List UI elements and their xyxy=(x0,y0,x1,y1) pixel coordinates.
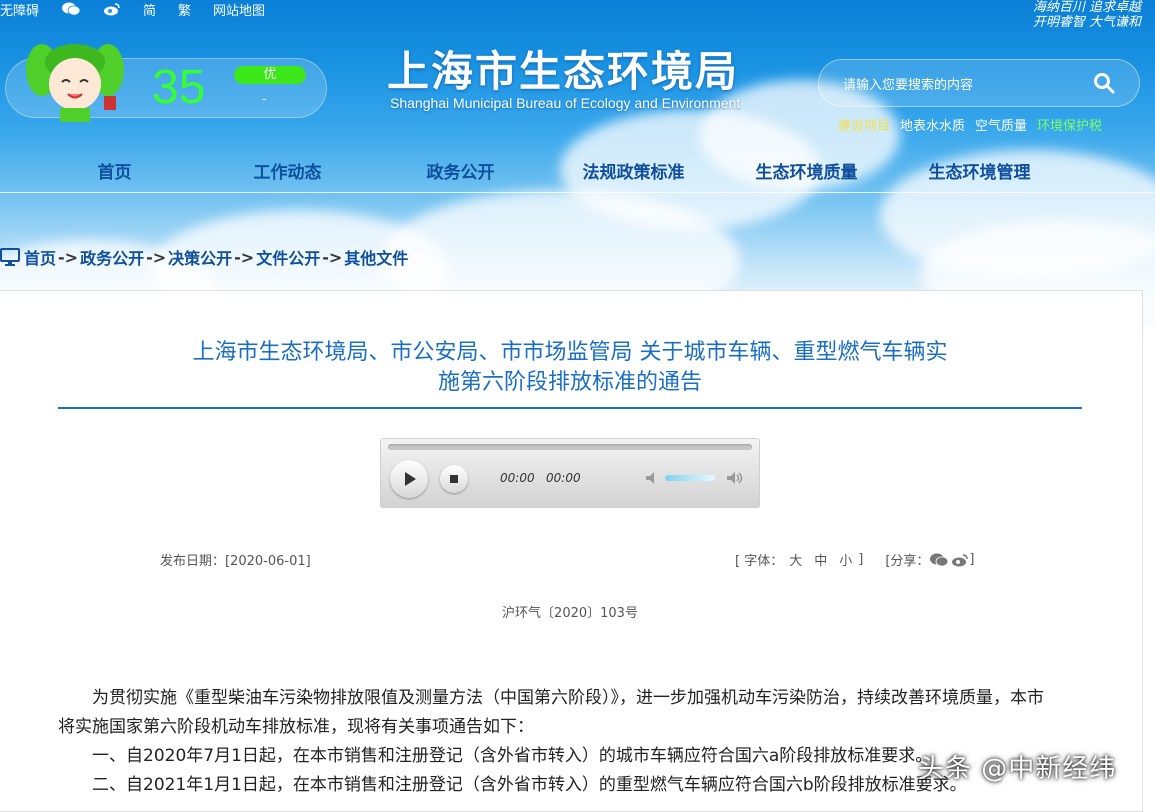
title-divider xyxy=(58,407,1082,409)
breadcrumb-separator: -> xyxy=(146,247,167,267)
font-size-close: ] xyxy=(858,552,864,567)
city-slogans: 海纳百川 追求卓越 开明睿智 大气谦和 xyxy=(973,0,1141,30)
monitor-icon xyxy=(0,248,20,266)
font-size-label: [ 字体： xyxy=(735,554,784,569)
nav-regulations-standards[interactable]: 法规政策标准 xyxy=(547,158,720,192)
aqi-level-badge: 优 xyxy=(234,66,306,84)
article-paragraph: 一、自2020年7月1日起，在本市销售和注册登记（含外省市转入）的城市车辆应符合… xyxy=(92,746,933,766)
mascot-icon xyxy=(26,44,124,122)
article-tools: [ 字体： 大 中 小 ] [分享： ] xyxy=(735,550,975,569)
top-utility-bar: 无障碍 简 繁 网站地图 xyxy=(0,0,287,19)
breadcrumb-separator: -> xyxy=(234,247,255,267)
simplified-chinese-link[interactable]: 简 xyxy=(143,0,156,19)
breadcrumb-home[interactable]: 首页 xyxy=(24,245,56,269)
slogan-line-2: 开明睿智 大气谦和 xyxy=(1032,15,1141,30)
article-body: 为贯彻实施《重型柴油车污染物排放限值及测量方法（中国第六阶段）》，进一步加强机动… xyxy=(58,684,1058,800)
sitemap-link[interactable]: 网站地图 xyxy=(213,0,265,19)
breadcrumb-separator: -> xyxy=(322,247,343,267)
nav-work-news[interactable]: 工作动态 xyxy=(201,158,374,192)
accessibility-link[interactable]: 无障碍 xyxy=(0,0,39,19)
quick-link-air-quality[interactable]: 空气质量 xyxy=(975,115,1027,134)
quick-link-env-tax[interactable]: 环境保护税 xyxy=(1037,115,1102,134)
play-button[interactable] xyxy=(390,460,428,498)
article-title-line-2: 施第六阶段排放标准的通告 xyxy=(437,370,702,395)
wechat-icon[interactable] xyxy=(61,2,81,16)
breadcrumb-government-affairs[interactable]: 政务公开 xyxy=(80,245,144,269)
slogan-line-1: 海纳百川 追求卓越 xyxy=(1032,0,1141,15)
quick-link-construction-projects[interactable]: 建设项目 xyxy=(838,115,890,134)
audio-player: 00:00 00:00 xyxy=(380,438,760,508)
breadcrumb: 首页 -> 政务公开 -> 决策公开 -> 文件公开 -> 其他文件 xyxy=(0,245,408,269)
share-close: ] xyxy=(969,552,975,567)
font-size-large[interactable]: 大 xyxy=(789,550,802,569)
publish-date: 发布日期：[2020-06-01] xyxy=(160,554,311,569)
search-icon[interactable] xyxy=(1093,72,1115,94)
site-title[interactable]: 上海市生态环境局 xyxy=(387,38,739,99)
play-icon xyxy=(405,472,416,486)
article-paragraph: 为贯彻实施《重型柴油车污染物排放限值及测量方法（中国第六阶段）》，进一步加强机动… xyxy=(58,688,1044,737)
nav-government-affairs[interactable]: 政务公开 xyxy=(374,158,547,192)
stop-button[interactable] xyxy=(440,465,468,493)
site-title-english: Shanghai Municipal Bureau of Ecology and… xyxy=(390,95,741,111)
article-paragraph: 二、自2021年1月1日起，在本市销售和注册登记（含外省市转入）的重型燃气车辆应… xyxy=(92,775,967,795)
audio-current-time: 00:00 xyxy=(500,471,535,485)
stop-icon xyxy=(450,475,458,483)
audio-progress-bar[interactable] xyxy=(388,444,752,450)
quick-link-surface-water[interactable]: 地表水水质 xyxy=(900,115,965,134)
volume-slider[interactable] xyxy=(665,475,715,481)
share-weibo-icon[interactable] xyxy=(951,553,969,567)
traditional-chinese-link[interactable]: 繁 xyxy=(178,0,191,19)
font-size-small[interactable]: 小 xyxy=(839,550,852,569)
breadcrumb-decision-disclosure[interactable]: 决策公开 xyxy=(168,245,232,269)
nav-home[interactable]: 首页 xyxy=(28,158,201,192)
audio-duration: 00:00 xyxy=(546,471,581,485)
breadcrumb-separator: -> xyxy=(58,247,79,267)
font-size-medium[interactable]: 中 xyxy=(814,550,827,569)
weibo-icon[interactable] xyxy=(103,2,121,16)
share-label: [分享： xyxy=(885,554,930,569)
nav-environment-management[interactable]: 生态环境管理 xyxy=(893,158,1066,192)
quick-links: 建设项目 地表水水质 空气质量 环境保护税 xyxy=(838,115,1112,134)
share-wechat-icon[interactable] xyxy=(929,553,949,567)
search-box xyxy=(818,59,1140,107)
article-title: 上海市生态环境局、市公安局、市市场监管局 关于城市车辆、重型燃气车辆实 施第六阶… xyxy=(60,338,1080,398)
aqi-value: 35 xyxy=(152,61,206,114)
source-watermark: 头条 @中新经纬 xyxy=(918,754,1117,784)
breadcrumb-other-documents[interactable]: 其他文件 xyxy=(344,245,408,269)
document-number: 沪环气〔2020〕103号 xyxy=(502,606,638,621)
search-input[interactable] xyxy=(841,72,1085,98)
volume-max-icon[interactable] xyxy=(725,470,743,486)
breadcrumb-document-disclosure[interactable]: 文件公开 xyxy=(256,245,320,269)
article-title-line-1: 上海市生态环境局、市公安局、市市场监管局 关于城市车辆、重型燃气车辆实 xyxy=(192,340,948,365)
nav-environment-quality[interactable]: 生态环境质量 xyxy=(720,158,893,192)
aqi-secondary: - xyxy=(262,92,267,106)
main-nav: 首页 工作动态 政务公开 法规政策标准 生态环境质量 生态环境管理 xyxy=(28,158,1155,192)
mute-icon[interactable] xyxy=(644,470,662,486)
nav-divider xyxy=(0,192,1155,193)
